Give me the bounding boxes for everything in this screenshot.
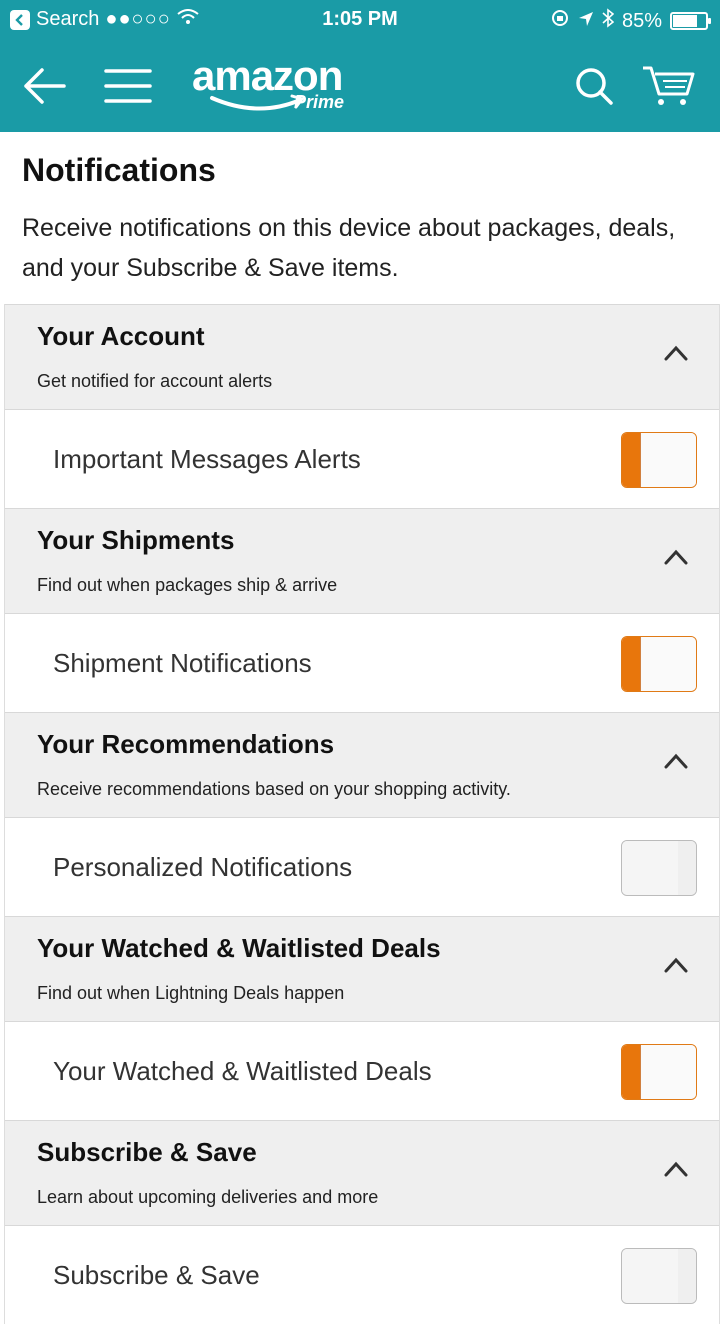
- section-subtitle: Find out when packages ship & arrive: [37, 575, 338, 595]
- chevron-up-icon[interactable]: [663, 547, 689, 567]
- page-description: Receive notifications on this device abo…: [22, 214, 676, 282]
- back-arrow-icon[interactable]: [14, 56, 74, 116]
- signal-icon: ●●○○○: [105, 8, 171, 30]
- setting-row: Personalized Notifications: [5, 818, 719, 916]
- toggle-switch[interactable]: [621, 1044, 697, 1100]
- section-subscribe-save: Subscribe & Save Learn about upcoming de…: [5, 1120, 719, 1324]
- cart-icon[interactable]: [638, 56, 698, 116]
- toggle-switch[interactable]: [621, 432, 697, 488]
- status-back-to-search[interactable]: Search ●●○○○: [10, 8, 199, 31]
- setting-label: Your Watched & Waitlisted Deals: [53, 1056, 432, 1086]
- logo-smile-icon: [210, 94, 305, 111]
- section-your-shipments: Your Shipments Find out when packages sh…: [5, 508, 719, 712]
- section-header[interactable]: Your Recommendations Receive recommendat…: [5, 712, 719, 818]
- setting-row: Your Watched & Waitlisted Deals: [5, 1022, 719, 1120]
- section-header[interactable]: Subscribe & Save Learn about upcoming de…: [5, 1120, 719, 1226]
- section-subtitle: Find out when Lightning Deals happen: [37, 983, 345, 1003]
- amazon-prime-logo[interactable]: amazon Prime: [190, 50, 380, 122]
- section-watched-deals: Your Watched & Waitlisted Deals Find out…: [5, 916, 719, 1120]
- section-your-recommendations: Your Recommendations Receive recommendat…: [5, 712, 719, 916]
- location-icon: [578, 10, 594, 33]
- section-your-account: Your Account Get notified for account al…: [5, 304, 719, 508]
- section-title: Your Shipments: [37, 525, 235, 555]
- chevron-up-icon[interactable]: [663, 343, 689, 363]
- setting-row: Important Messages Alerts: [5, 410, 719, 508]
- toggle-switch[interactable]: [621, 636, 697, 692]
- section-title: Your Watched & Waitlisted Deals: [37, 933, 441, 963]
- bluetooth-icon: [602, 8, 615, 34]
- notification-sections: Your Account Get notified for account al…: [4, 304, 720, 1324]
- battery-percent: 85%: [621, 9, 662, 32]
- section-header[interactable]: Your Watched & Waitlisted Deals Find out…: [5, 916, 719, 1022]
- section-subtitle: Learn about upcoming deliveries and more: [37, 1187, 379, 1207]
- toggle-switch[interactable]: [621, 840, 697, 896]
- wifi-icon: [177, 8, 199, 31]
- section-header[interactable]: Your Shipments Find out when packages sh…: [5, 508, 719, 614]
- section-title: Subscribe & Save: [37, 1137, 257, 1167]
- setting-row: Shipment Notifications: [5, 614, 719, 712]
- chevron-up-icon[interactable]: [663, 751, 689, 771]
- section-subtitle: Receive recommendations based on your sh…: [37, 779, 511, 799]
- section-subtitle: Get notified for account alerts: [37, 371, 273, 391]
- back-arrow-icon: [10, 9, 30, 30]
- orientation-lock-icon: [550, 8, 570, 34]
- logo-prime-label: Prime: [294, 92, 345, 112]
- chevron-up-icon[interactable]: [663, 955, 689, 975]
- toggle-switch[interactable]: [621, 1248, 697, 1304]
- chevron-up-icon[interactable]: [663, 1159, 689, 1179]
- setting-row: Subscribe & Save: [5, 1226, 719, 1324]
- section-header[interactable]: Your Account Get notified for account al…: [5, 304, 719, 410]
- setting-label: Subscribe & Save: [53, 1260, 260, 1290]
- battery-icon: [670, 12, 711, 30]
- setting-label: Personalized Notifications: [53, 852, 353, 882]
- search-icon[interactable]: [564, 56, 624, 116]
- status-back-label: Search: [36, 8, 100, 30]
- page-title: Notifications: [22, 152, 216, 188]
- section-title: Your Account: [37, 321, 205, 351]
- section-title: Your Recommendations: [37, 729, 335, 759]
- status-bar: Search ●●○○○ 1:05 PM 85%: [0, 0, 720, 40]
- setting-label: Important Messages Alerts: [53, 444, 361, 474]
- menu-hamburger-icon[interactable]: [98, 56, 158, 116]
- setting-label: Shipment Notifications: [53, 648, 312, 678]
- top-nav-bar: amazon Prime: [0, 40, 720, 132]
